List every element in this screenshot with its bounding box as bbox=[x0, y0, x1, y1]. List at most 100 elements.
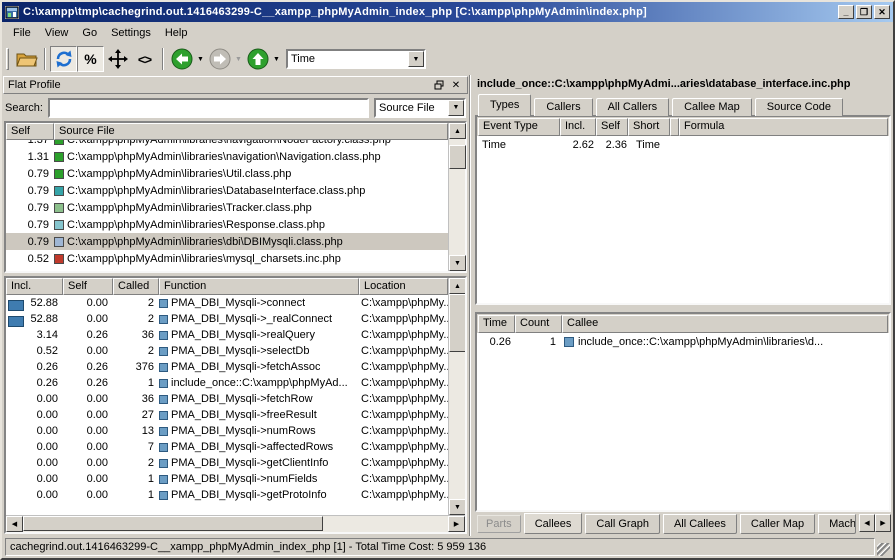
minimize-button[interactable]: _ bbox=[838, 5, 854, 19]
function-row[interactable]: 3.14 0.26 36 PMA_DBI_Mysqli->realQuery C… bbox=[6, 327, 448, 343]
scroll-down-icon[interactable]: ▼ bbox=[449, 255, 466, 271]
function-row[interactable]: 52.88 0.00 2 PMA_DBI_Mysqli->connect C:\… bbox=[6, 295, 448, 311]
scroll-up-icon[interactable]: ▲ bbox=[449, 278, 465, 294]
function-row[interactable]: 0.00 0.00 36 PMA_DBI_Mysqli->fetchRow C:… bbox=[6, 391, 448, 407]
source-file-row[interactable]: 0.79 C:\xampp\phpMyAdmin\libraries\Respo… bbox=[6, 216, 448, 233]
tab[interactable]: Callee Map bbox=[672, 98, 752, 116]
column-header-short[interactable]: Short bbox=[628, 118, 670, 136]
function-table-vertical-scrollbar[interactable]: ▲ ▼ bbox=[448, 278, 465, 515]
tab[interactable]: Callees bbox=[524, 513, 583, 534]
tab[interactable]: Source Code bbox=[755, 98, 843, 116]
column-header-incl[interactable]: Incl. bbox=[6, 278, 63, 295]
scroll-thumb[interactable] bbox=[449, 145, 466, 169]
function-row[interactable]: 0.52 0.00 2 PMA_DBI_Mysqli->selectDb C:\… bbox=[6, 343, 448, 359]
tab[interactable]: All Callees bbox=[663, 514, 737, 534]
scroll-down-icon[interactable]: ▼ bbox=[449, 499, 465, 515]
chevron-down-icon[interactable]: ▼ bbox=[448, 100, 464, 116]
source-file-row[interactable]: 1.37 C:\xampp\phpMyAdmin\libraries\navig… bbox=[6, 140, 448, 148]
source-file-row[interactable]: 0.79 C:\xampp\phpMyAdmin\libraries\Track… bbox=[6, 199, 448, 216]
source-file-row[interactable]: 0.79 C:\xampp\phpMyAdmin\libraries\dbi\D… bbox=[6, 233, 448, 250]
scroll-thumb[interactable] bbox=[23, 516, 323, 531]
column-header-time[interactable]: Time bbox=[478, 315, 515, 333]
shorten-templates-button[interactable]: <> bbox=[131, 46, 158, 72]
scroll-track[interactable] bbox=[23, 516, 448, 532]
scroll-thumb[interactable] bbox=[449, 294, 465, 352]
function-table-horizontal-scrollbar[interactable]: ◀ ▶ bbox=[6, 515, 465, 532]
function-row[interactable]: 0.26 0.26 376 PMA_DBI_Mysqli->fetchAssoc… bbox=[6, 359, 448, 375]
callee-row[interactable]: 0.26 1 include_once::C:\xampp\phpMyAdmin… bbox=[477, 333, 889, 350]
title-bar[interactable]: C:\xampp\tmp\cachegrind.out.1416463299-C… bbox=[2, 2, 893, 22]
event-type-row[interactable]: Time 2.62 2.36 Time bbox=[477, 136, 889, 153]
open-file-button[interactable] bbox=[13, 46, 40, 72]
column-header-source-file[interactable]: Source File bbox=[54, 123, 448, 140]
back-dropdown-caret[interactable]: ▼ bbox=[195, 56, 206, 63]
location-cell: C:\xampp\phpMy... bbox=[359, 409, 448, 421]
up-button[interactable] bbox=[244, 46, 271, 72]
tab[interactable]: Caller Map bbox=[740, 514, 815, 534]
scroll-left-icon[interactable]: ◀ bbox=[859, 514, 875, 532]
tab[interactable]: Call Graph bbox=[585, 514, 660, 534]
back-button[interactable] bbox=[168, 46, 195, 72]
scroll-track[interactable] bbox=[449, 294, 465, 499]
menu-item[interactable]: Help bbox=[158, 25, 195, 41]
source-file-row[interactable]: 0.79 C:\xampp\phpMyAdmin\libraries\Util.… bbox=[6, 165, 448, 182]
function-row[interactable]: 0.00 0.00 7 PMA_DBI_Mysqli->affectedRows… bbox=[6, 439, 448, 455]
called-count-cell: 1 bbox=[113, 377, 159, 389]
tab[interactable]: All Callers bbox=[596, 98, 670, 116]
function-row[interactable]: 0.00 0.00 13 PMA_DBI_Mysqli->numRows C:\… bbox=[6, 423, 448, 439]
group-by-select[interactable]: Source File ▼ bbox=[374, 98, 466, 118]
column-header-called[interactable]: Called bbox=[113, 278, 159, 295]
column-header-count[interactable]: Count bbox=[515, 315, 562, 333]
column-header-function[interactable]: Function bbox=[159, 278, 359, 295]
bottom-tab-scroll[interactable]: ◀▶ bbox=[859, 514, 891, 532]
scroll-right-icon[interactable]: ▶ bbox=[448, 516, 465, 532]
column-header-self[interactable]: Self bbox=[6, 123, 54, 140]
up-dropdown-caret[interactable]: ▼ bbox=[271, 56, 282, 63]
source-file-row[interactable]: 0.52 C:\xampp\phpMyAdmin\libraries\mysql… bbox=[6, 250, 448, 267]
source-file-row[interactable]: 0.52 C:\xampp\phpMyAdmin\libraries\user_… bbox=[6, 267, 448, 271]
function-row[interactable]: 52.88 0.00 2 PMA_DBI_Mysqli->_realConnec… bbox=[6, 311, 448, 327]
scroll-left-icon[interactable]: ◀ bbox=[6, 516, 23, 532]
column-header-callee[interactable]: Callee bbox=[562, 315, 888, 333]
tab[interactable]: Callers bbox=[534, 98, 592, 116]
column-header-formula[interactable]: Formula bbox=[679, 118, 888, 136]
reload-button[interactable] bbox=[50, 46, 77, 72]
function-row[interactable]: 0.00 0.00 1 PMA_DBI_Mysqli->getProtoInfo… bbox=[6, 487, 448, 503]
chevron-down-icon[interactable]: ▼ bbox=[408, 51, 424, 67]
column-header-self[interactable]: Self bbox=[596, 118, 628, 136]
function-name-cell: PMA_DBI_Mysqli->_realConnect bbox=[159, 313, 359, 325]
scroll-up-icon[interactable]: ▲ bbox=[449, 123, 466, 139]
maximize-button[interactable]: ❐ bbox=[856, 5, 872, 19]
scroll-track[interactable] bbox=[449, 139, 465, 255]
function-row[interactable]: 0.26 0.26 1 include_once::C:\xampp\phpMy… bbox=[6, 375, 448, 391]
search-input[interactable] bbox=[48, 98, 369, 118]
column-header-location[interactable]: Location bbox=[359, 278, 448, 295]
dock-title-bar[interactable]: Flat Profile ✕ bbox=[3, 76, 468, 94]
tab[interactable]: Types bbox=[478, 94, 531, 116]
column-header-incl[interactable]: Incl. bbox=[560, 118, 596, 136]
tab[interactable]: Parts bbox=[477, 515, 521, 533]
column-header-self[interactable]: Self bbox=[63, 278, 113, 295]
menu-item[interactable]: Settings bbox=[104, 25, 158, 41]
event-type-select[interactable]: Time ▼ bbox=[286, 49, 426, 69]
menu-item[interactable]: View bbox=[38, 25, 76, 41]
close-button[interactable]: ✕ bbox=[874, 5, 890, 19]
source-file-row[interactable]: 1.31 C:\xampp\phpMyAdmin\libraries\navig… bbox=[6, 148, 448, 165]
self-cost-cell: 0.00 bbox=[63, 297, 113, 309]
column-header-event-type[interactable]: Event Type bbox=[478, 118, 560, 136]
relative-percent-button[interactable]: % bbox=[77, 46, 104, 72]
source-file-row[interactable]: 0.79 C:\xampp\phpMyAdmin\libraries\Datab… bbox=[6, 182, 448, 199]
function-row[interactable]: 0.00 0.00 2 PMA_DBI_Mysqli->getClientInf… bbox=[6, 455, 448, 471]
function-row[interactable]: 0.00 0.00 1 PMA_DBI_Mysqli->numFields C:… bbox=[6, 471, 448, 487]
scroll-right-icon[interactable]: ▶ bbox=[875, 514, 891, 532]
menu-item[interactable]: Go bbox=[75, 25, 104, 41]
tab[interactable]: Machine bbox=[818, 514, 856, 534]
toolbar-drag-handle[interactable] bbox=[6, 48, 9, 70]
resize-grip-icon[interactable] bbox=[877, 543, 890, 556]
close-dock-icon[interactable]: ✕ bbox=[449, 79, 463, 92]
function-row[interactable]: 0.00 0.00 27 PMA_DBI_Mysqli->freeResult … bbox=[6, 407, 448, 423]
menu-item[interactable]: File bbox=[6, 25, 38, 41]
file-list-vertical-scrollbar[interactable]: ▲ ▼ bbox=[448, 123, 465, 271]
float-dock-icon[interactable] bbox=[432, 79, 446, 92]
cycle-detection-button[interactable] bbox=[104, 46, 131, 72]
